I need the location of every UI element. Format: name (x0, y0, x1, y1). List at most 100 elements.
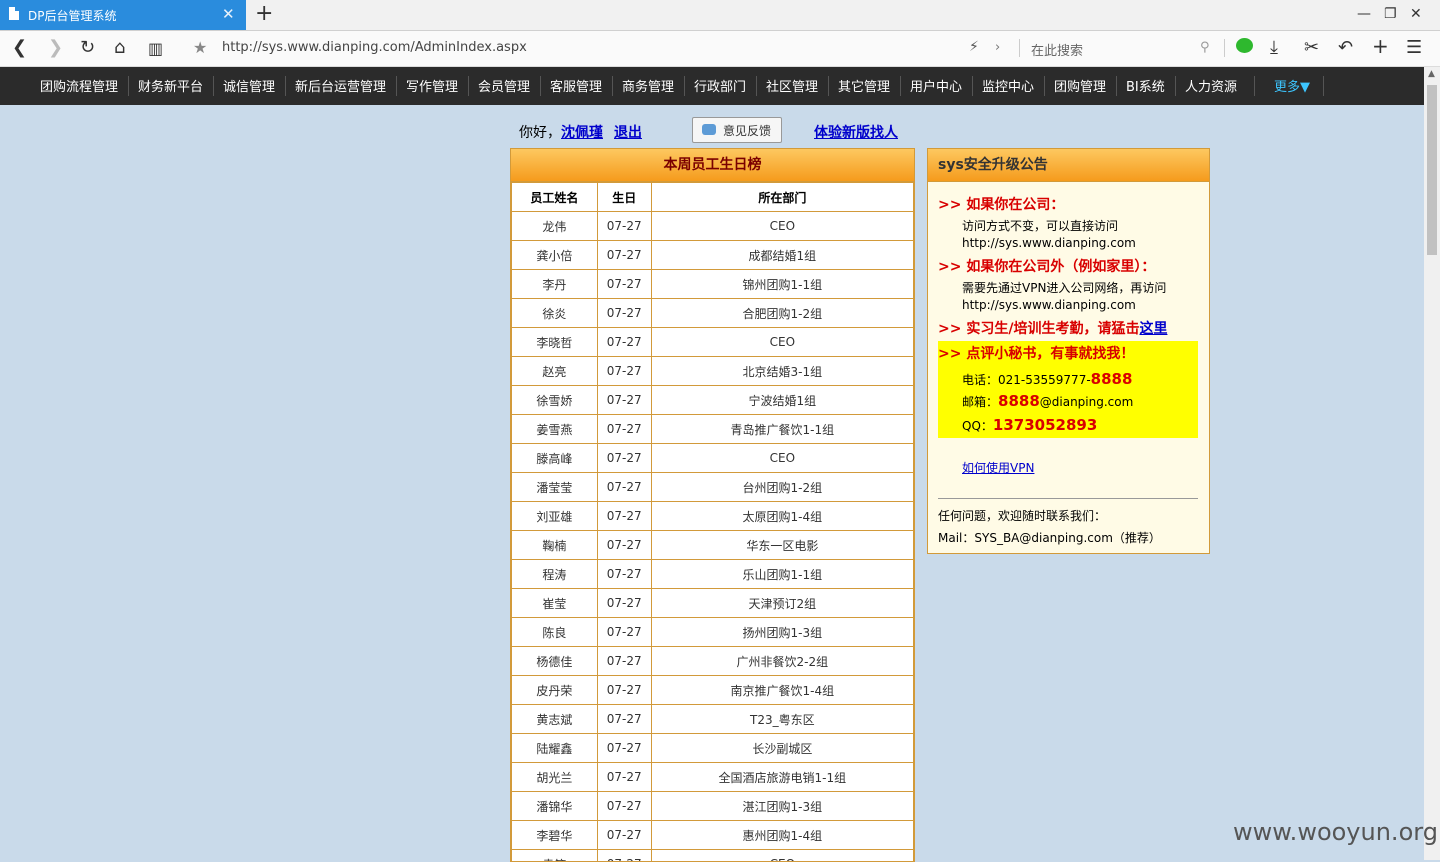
search-input[interactable]: 在此搜索 (1031, 40, 1083, 59)
nav-item-business[interactable]: 商务管理 (622, 76, 674, 95)
back-icon[interactable]: ❮ (12, 37, 27, 58)
nav-divider (1044, 76, 1045, 96)
phone-extension: 8888 (1091, 370, 1133, 388)
intern-attendance-link[interactable]: 这里 (1139, 321, 1167, 337)
nav-item-bi[interactable]: BI系统 (1126, 76, 1165, 95)
reload-icon[interactable]: ↻ (80, 37, 95, 58)
nav-item-service[interactable]: 客服管理 (550, 76, 602, 95)
department-cell: 锦州团购1-1组 (651, 270, 913, 299)
url-bar[interactable]: http://sys.www.dianping.com/AdminIndex.a… (222, 40, 527, 55)
wechat-icon[interactable] (1236, 38, 1253, 53)
new-tab-icon[interactable]: + (255, 1, 273, 26)
scroll-thumb[interactable] (1427, 85, 1437, 255)
scroll-up-icon[interactable]: ▲ (1428, 69, 1435, 79)
birthday-cell: 07-27 (597, 850, 651, 862)
chat-bubble-icon (702, 124, 716, 135)
employee-name-cell: 胡光兰 (512, 763, 598, 792)
nav-more[interactable]: 更多▼ (1274, 76, 1310, 95)
birthday-cell: 07-27 (597, 531, 651, 560)
table-row: 程涛07-27乐山团购1-1组 (512, 560, 914, 589)
feedback-label: 意见反馈 (723, 122, 771, 139)
employee-name-cell: 徐炎 (512, 299, 598, 328)
department-cell: 太原团购1-4组 (651, 502, 913, 531)
table-row: 袁策07-27CEO (512, 850, 914, 862)
table-row: 鞠楠07-27华东一区电影 (512, 531, 914, 560)
birthday-cell: 07-27 (597, 299, 651, 328)
nav-divider (540, 76, 541, 96)
table-row: 陈良07-27扬州团购1-3组 (512, 618, 914, 647)
nav-item-members[interactable]: 会员管理 (478, 76, 530, 95)
table-row: 徐炎07-27合肥团购1-2组 (512, 299, 914, 328)
nav-item-finance[interactable]: 财务新平台 (138, 76, 203, 95)
employee-name-cell: 潘锦华 (512, 792, 598, 821)
notice-title: sys安全升级公告 (928, 149, 1209, 182)
table-row: 崔莹07-27天津预订2组 (512, 589, 914, 618)
chevron-right-icon[interactable]: › (995, 40, 1000, 55)
birthday-cell: 07-27 (597, 415, 651, 444)
search-icon[interactable]: ⚲ (1200, 40, 1210, 55)
user-link[interactable]: 沈佩瑾 (561, 125, 603, 141)
nav-item-user-center[interactable]: 用户中心 (910, 76, 962, 95)
employee-name-cell: 赵亮 (512, 357, 598, 386)
reading-mode-icon[interactable]: ▥ (148, 39, 163, 58)
department-cell: 成都结婚1组 (651, 241, 913, 270)
nav-item-hr[interactable]: 人力资源 (1185, 76, 1237, 95)
scissors-icon[interactable]: ✂ (1304, 37, 1319, 58)
add-icon[interactable]: + (1372, 34, 1389, 58)
new-version-link[interactable]: 体验新版找人 (814, 125, 898, 141)
nav-divider (1116, 76, 1117, 96)
birthday-cell: 07-27 (597, 328, 651, 357)
vpn-help-link[interactable]: 如何使用VPN (962, 459, 1034, 476)
minimize-icon[interactable]: — (1357, 6, 1371, 22)
birthday-cell: 07-27 (597, 241, 651, 270)
divider (938, 498, 1198, 499)
logout-link[interactable]: 退出 (614, 125, 642, 141)
notice-heading-outside: >> 如果你在公司外（例如家里）： (938, 256, 1155, 276)
menu-icon[interactable]: ☰ (1406, 37, 1422, 58)
nav-item-other[interactable]: 其它管理 (838, 76, 890, 95)
department-cell: 青岛推广餐饮1-1组 (651, 415, 913, 444)
nav-item-new-backend[interactable]: 新后台运营管理 (295, 76, 386, 95)
notice-url: http://sys.www.dianping.com (962, 298, 1136, 312)
close-tab-icon[interactable]: ✕ (222, 5, 235, 23)
birthday-title: 本周员工生日榜 (511, 149, 914, 182)
undo-icon[interactable]: ↶ (1338, 37, 1353, 58)
nav-item-group-flow[interactable]: 团购流程管理 (40, 76, 118, 95)
browser-tab[interactable]: DP后台管理系统 ✕ (0, 0, 246, 30)
tab-title: DP后台管理系统 (28, 7, 116, 24)
birthday-cell: 07-27 (597, 676, 651, 705)
department-cell: 长沙副城区 (651, 734, 913, 763)
nav-item-writing[interactable]: 写作管理 (406, 76, 458, 95)
home-icon[interactable]: ⌂ (114, 37, 125, 58)
department-cell: 南京推广餐饮1-4组 (651, 676, 913, 705)
birthday-cell: 07-27 (597, 763, 651, 792)
nav-divider (128, 76, 129, 96)
download-icon[interactable]: ⤓ (1270, 37, 1278, 58)
flash-icon[interactable]: ⚡ (969, 39, 979, 55)
column-header: 员工姓名 (512, 183, 598, 212)
browser-tab-strip: DP后台管理系统 ✕ + — ❐ ✕ (0, 0, 1440, 31)
nav-item-group-buy[interactable]: 团购管理 (1054, 76, 1106, 95)
divider (1224, 39, 1225, 57)
employee-name-cell: 崔莹 (512, 589, 598, 618)
department-cell: 乐山团购1-1组 (651, 560, 913, 589)
nav-item-community[interactable]: 社区管理 (766, 76, 818, 95)
mail-label: 邮箱： (962, 395, 998, 409)
feedback-button[interactable]: 意见反馈 (692, 117, 782, 143)
department-cell: CEO (651, 850, 913, 862)
forward-icon[interactable]: ❯ (48, 37, 63, 58)
table-row: 杨德佳07-27广州非餐饮2-2组 (512, 647, 914, 676)
bookmark-star-icon[interactable]: ★ (193, 38, 207, 57)
department-cell: 扬州团购1-3组 (651, 618, 913, 647)
restore-icon[interactable]: ❐ (1384, 6, 1397, 22)
table-row: 赵亮07-27北京结婚3-1组 (512, 357, 914, 386)
close-window-icon[interactable]: ✕ (1410, 6, 1422, 22)
table-row: 皮丹荣07-27南京推广餐饮1-4组 (512, 676, 914, 705)
address-toolbar: ❮ ❯ ↻ ⌂ ▥ ★ http://sys.www.dianping.com/… (0, 31, 1440, 67)
table-row: 滕高峰07-27CEO (512, 444, 914, 473)
page-scrollbar[interactable]: ▲ (1424, 67, 1440, 860)
nav-item-integrity[interactable]: 诚信管理 (223, 76, 275, 95)
nav-item-monitor[interactable]: 监控中心 (982, 76, 1034, 95)
birthday-cell: 07-27 (597, 618, 651, 647)
nav-item-admin[interactable]: 行政部门 (694, 76, 746, 95)
